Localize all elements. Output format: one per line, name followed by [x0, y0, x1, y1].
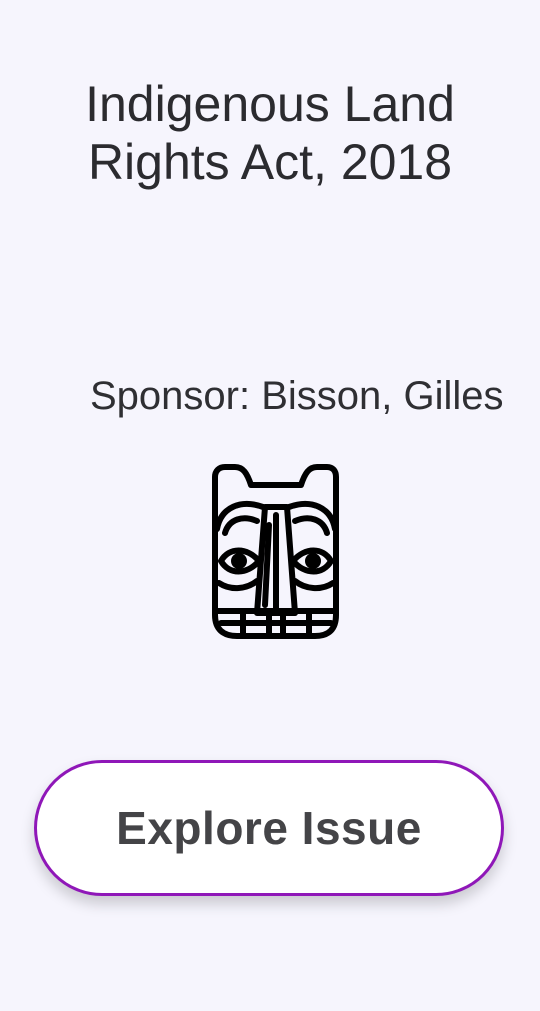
issue-title-line-1: Indigenous Land: [85, 76, 455, 132]
indigenous-mask-icon: [212, 464, 339, 639]
issue-title: Indigenous Land Rights Act, 2018: [0, 75, 540, 191]
sponsor-label: Sponsor: Bisson, Gilles: [90, 374, 504, 418]
issue-title-line-2: Rights Act, 2018: [87, 134, 453, 190]
explore-issue-label: Explore Issue: [116, 802, 422, 854]
explore-issue-button[interactable]: Explore Issue: [34, 760, 504, 896]
